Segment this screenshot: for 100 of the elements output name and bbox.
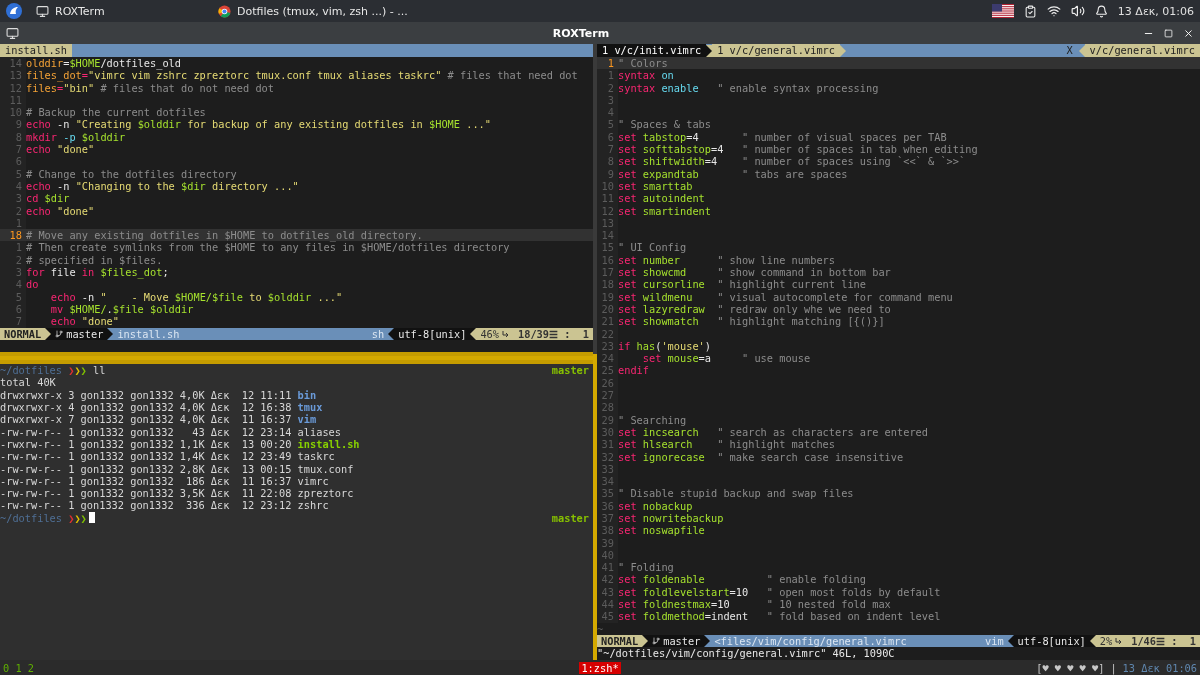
line-number: 7 [0,315,26,328]
code-line: cd $dir [26,192,70,205]
line-feed-icon [1115,637,1123,646]
notification-icon[interactable] [1094,4,1108,18]
code-line: for file in $files_dot; [26,266,169,279]
line-number: 18 [597,278,618,291]
code-line: " UI Config [618,241,687,254]
line-number: 1 [0,241,26,254]
buffer-tab[interactable]: 1 v/c/general.vimrc [712,44,840,57]
line-number: 3 [0,266,26,279]
code-line: set ignorecase " make search case insensitive [618,450,904,463]
code-line: set smarttab [618,179,693,193]
buffer-label: v/c/general.vimrc [1084,44,1200,57]
terminal-line: drwxrwxr-x 7 gon1332 gon1332 4,0K Δεκ 11 16:37 vim [0,413,317,426]
taskbar-window-button[interactable]: ROXTerm [28,0,204,22]
command-line-message: "~/dotfiles/vim/config/general.vimrc" 46L, 1090C [597,647,896,660]
code-line: set foldnestmax=10 " 10 nested fold max [618,598,891,611]
code-line: set number " show line numbers [618,253,835,267]
code-line: echo -n "Creating $olddir for backup of any existing dotfiles in $HOME ..." [26,118,491,131]
code-line: echo -n "Changing to the $dir directory ..." [26,179,299,193]
wifi-icon[interactable] [1046,4,1061,18]
line-number: 1 [597,69,618,82]
file-type: vim [984,634,1005,648]
line-number: 10 [0,106,26,119]
code-line: do [26,278,39,291]
code-line: set foldenable " enable folding [618,573,866,586]
line-number: 17 [597,266,618,279]
filler-line: ~ [597,622,604,635]
hearts-label: [♥ ♥ ♥ ♥ ♥] [1036,661,1105,674]
buffer-tab[interactable]: 1 v/c/init.vimrc [597,44,707,57]
mode-label: NORMAL [597,634,643,648]
terminal-line: -rw-rw-r-- 1 gon1332 gon1332 186 Δεκ 11 16:37 vimrc [0,474,329,488]
volume-icon[interactable] [1070,4,1085,18]
branch-label: master [66,327,104,340]
line-number: 34 [597,475,618,488]
code-line: set cursorline " highlight current line [618,278,866,291]
line-number: 44 [597,598,618,611]
code-line: # Backup the current dotfiles [26,106,206,119]
active-window-tab[interactable]: 1:zsh* [579,661,621,674]
terminal-line: -rw-rw-r-- 1 gon1332 gon1332 1,4K Δεκ 12 23:49 taskrc [0,450,335,463]
terminal-line: -rw-rw-r-- 1 gon1332 gon1332 2,8K Δεκ 13 00:15 tmux.conf [0,462,354,475]
terminal-line: -rwxrw-r-- 1 gon1332 gon1332 1,1K Δεκ 13 00:20 install.sh [0,437,360,451]
code-line: set smartindent [618,204,711,217]
line-number: 21 [597,315,618,328]
code-line: # specified in $files. [26,253,163,267]
taskbar-window-button[interactable]: Dotfiles (tmux, vim, zsh ...) - ... [210,0,526,22]
line-number: 6 [0,155,26,168]
code-line: set nobackup [618,499,693,512]
code-line: set incsearch " search as characters are entered [618,425,928,439]
line-number: 31 [597,438,618,451]
maximize-icon[interactable] [1164,28,1173,38]
code-line: " Disable stupid backup and swap files [618,487,854,500]
line-number: 41 [597,561,618,574]
line-number: 8 [597,155,618,168]
code-line: set noswapfile [618,524,705,537]
code-line: echo "done" [26,204,95,217]
terminal-line: drwxrwxr-x 4 gon1332 gon1332 4,0K Δεκ 12 16:38 tmux [0,401,323,414]
code-line: set autoindent [618,192,705,205]
line-number: 3 [0,192,26,205]
line-number: 35 [597,487,618,500]
terminal-line: total 40K [0,376,56,389]
terminal-line: -rw-rw-r-- 1 gon1332 gon1332 3,5K Δεκ 11 22:08 zpreztorc [0,487,354,500]
line-feed-icon [502,329,509,338]
window-title: ROXTerm [551,26,611,40]
line-number: 14 [597,229,618,242]
clipboard-icon[interactable] [1023,4,1037,18]
buffer-tab[interactable]: install.sh [0,44,72,57]
close-tab-button[interactable]: X [1060,44,1079,57]
line-number: 15 [597,241,618,254]
line-number: 25 [597,364,618,377]
line-number: 7 [0,143,26,156]
code-line: syntax on [618,69,674,82]
code-line: echo "done" [26,143,95,156]
line-number: 38 [597,524,618,537]
code-line: mv $HOME/.$file $olddir [49,302,194,316]
encoding-label: utf-8[unix] [1013,634,1090,648]
line-number: 42 [597,573,618,586]
line-number: 27 [597,389,618,402]
file-name: install.sh [116,327,181,340]
code-line: mkdir -p $olddir [26,130,126,144]
code-line: " Searching [618,413,687,426]
code-line: set showcmd " show command in bottom bar [618,266,891,279]
code-line: olddir=$HOME/dotfiles_old [26,57,181,70]
shell-prompt: ~/dotfiles ❯❯❯ [0,511,87,524]
code-line: # Then create symlinks from the $HOME to any files in $HOME/dotfiles directory [26,241,510,254]
cursor-position: 1/46☰ : 1 [1130,634,1196,648]
close-icon[interactable] [1183,27,1194,39]
code-line: set hlsearch " highlight matches [618,438,835,451]
window-list: 0 1 2 [3,661,34,674]
line-number: 4 [0,278,26,291]
line-number: 24 [597,352,618,365]
code-line: echo "done" [49,315,119,328]
logo-icon[interactable] [6,3,22,19]
code-line: syntax enable " enable syntax processing [618,81,879,94]
flag-icon[interactable] [991,4,1014,18]
line-number: 13 [0,69,26,82]
git-branch-label: master [551,511,590,524]
line-number: 4 [597,106,618,119]
code-line: set softtabstop=4 " number of spaces in tab when editing [618,143,978,156]
code-line: set tabstop=4 " number of visual spaces per TAB [618,130,947,144]
